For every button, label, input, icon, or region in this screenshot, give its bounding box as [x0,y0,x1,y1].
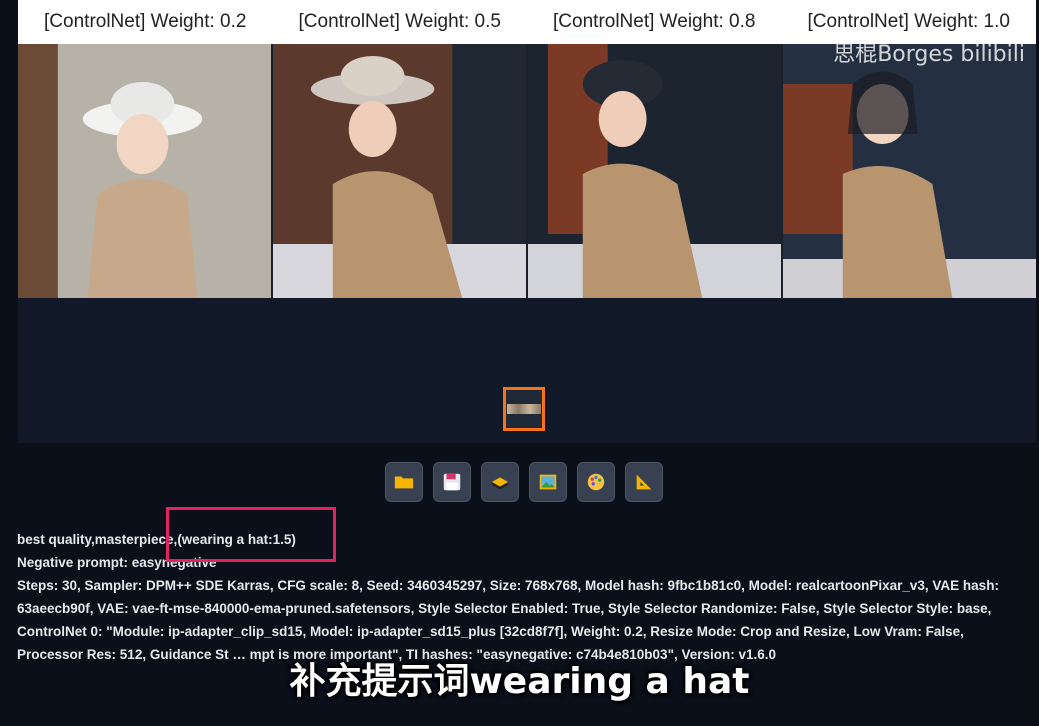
grid-col-label-3: [ControlNet] Weight: 0.8 [553,11,756,32]
image-action-toolbar [385,462,663,502]
palette-icon [587,473,605,491]
send-to-inpaint-button[interactable] [577,462,615,502]
result-image-1[interactable] [18,44,271,298]
picture-icon [539,474,557,490]
result-image-grid[interactable] [18,44,1036,298]
grid-col-label-1: [ControlNet] Weight: 0.2 [44,11,247,32]
video-watermark: 思棍Borges bilibili [833,42,1025,67]
result-image-2[interactable] [273,44,526,298]
prompt-highlight-annotation [166,507,336,562]
folder-icon [394,476,414,489]
triangle-ruler-icon [636,474,652,490]
zip-button[interactable] [481,462,519,502]
result-image-4[interactable] [783,44,1036,298]
open-folder-button[interactable] [385,462,423,502]
thumbnail-image [507,404,541,414]
result-image-3[interactable] [528,44,781,298]
archive-icon [491,477,509,490]
floppy-disk-icon [443,473,461,491]
save-button[interactable] [433,462,471,502]
send-to-img2img-button[interactable] [529,462,567,502]
gallery-thumbnail-selected[interactable] [503,387,545,431]
video-subtitle: 补充提示词wearing a hat [289,661,750,702]
grid-col-label-2: [ControlNet] Weight: 0.5 [298,11,501,32]
send-to-extras-button[interactable] [625,462,663,502]
